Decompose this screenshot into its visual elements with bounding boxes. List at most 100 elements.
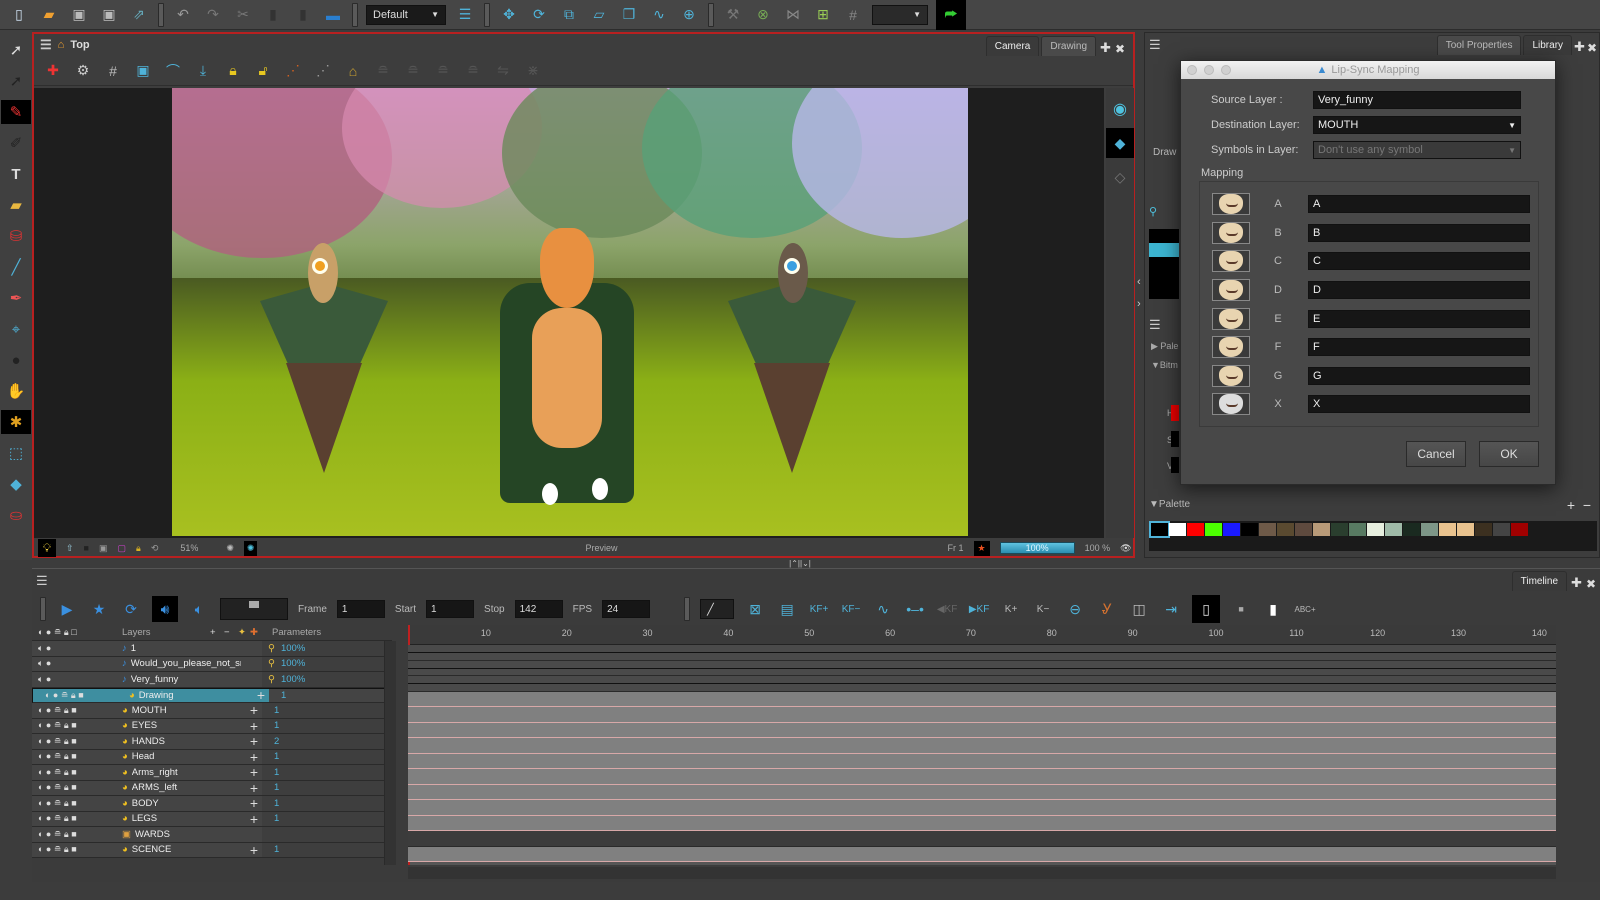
sound-scrub-icon[interactable]: 🔈︎: [188, 598, 210, 620]
close-window-button[interactable]: [1187, 65, 1197, 75]
add-tab-icon[interactable]: ✚: [1571, 575, 1582, 591]
new-scene-icon[interactable]: ▯: [8, 4, 30, 26]
value-slider[interactable]: [1171, 457, 1179, 473]
expand-layer-icon[interactable]: +: [253, 687, 269, 703]
frame-field[interactable]: 1: [336, 600, 385, 618]
palette-swatch[interactable]: [1457, 523, 1474, 536]
stamp-tool-icon[interactable]: ⛀: [1, 503, 31, 527]
copy-icon[interactable]: ▮: [262, 4, 284, 26]
scatter-icon[interactable]: ⋇: [522, 60, 544, 82]
save-icon[interactable]: ▣: [68, 4, 90, 26]
hand-tool-icon[interactable]: ✋: [1, 379, 31, 403]
layer-row[interactable]: ◐ ● ≘ 🔒︎ ■ ◕ Head +1: [32, 749, 392, 765]
expand-layer-icon[interactable]: +: [246, 795, 262, 811]
palette-swatch[interactable]: [1493, 523, 1510, 536]
panel-menu-icon[interactable]: ☰: [40, 37, 52, 53]
drawing-mapping-field[interactable]: X: [1308, 395, 1530, 414]
add-drawing-exposure-icon[interactable]: ⊠: [744, 598, 766, 620]
hue-slider[interactable]: [1171, 405, 1179, 421]
safe-area-icon[interactable]: ▣: [132, 60, 154, 82]
decrease-exposure-icon[interactable]: K−: [1032, 598, 1054, 620]
palette-swatch[interactable]: [1421, 523, 1438, 536]
layer-toggles[interactable]: ◐ ● ≘ 🔒︎ ■: [32, 767, 122, 778]
toolbar-grip[interactable]: [352, 2, 358, 27]
render-mode-icon[interactable]: ✺: [243, 540, 258, 556]
palette-swatch[interactable]: [1385, 523, 1402, 536]
paste-icon[interactable]: ▮: [292, 4, 314, 26]
library-tree[interactable]: [1149, 229, 1179, 299]
play-selection-icon[interactable]: ★: [88, 598, 110, 620]
preview-eye-icon[interactable]: ◉: [1109, 98, 1131, 120]
play-icon[interactable]: ▶: [56, 598, 78, 620]
layer-toggles[interactable]: 🔈︎ ●: [32, 674, 122, 685]
pivot-icon[interactable]: ⊕: [678, 4, 700, 26]
drawing-mapping-field[interactable]: F: [1308, 338, 1530, 357]
bone-chain-grey-icon[interactable]: ⋰: [312, 60, 334, 82]
pencil-tool-icon[interactable]: ✐: [1, 131, 31, 155]
reset-view-icon[interactable]: ⟲: [151, 543, 159, 554]
shift-trace-icon[interactable]: ◇: [1109, 166, 1131, 188]
rename-sequence-icon[interactable]: ABC+: [1294, 598, 1316, 620]
toolbar-grip[interactable]: [708, 2, 714, 27]
settings-icon[interactable]: ⚙: [72, 60, 94, 82]
exposure-track[interactable]: [408, 753, 1556, 769]
symbols-select[interactable]: Don't use any symbol ▼: [1313, 141, 1521, 159]
light-table-icon[interactable]: ◆: [1106, 128, 1134, 158]
layer-row[interactable]: ◐ ● ≘ 🔒︎ ■ ◕ ARMS_left +1: [32, 780, 392, 796]
paint-bucket-icon[interactable]: ⛁: [1, 224, 31, 248]
tab-camera[interactable]: Camera: [985, 36, 1040, 56]
redo-icon[interactable]: ↷: [202, 4, 224, 26]
layer-toggles[interactable]: ◐ ● ≘ 🔒︎ ■: [32, 844, 122, 855]
exposure-track[interactable]: [408, 722, 1556, 738]
layer-toggles[interactable]: ◐ ● ≘ 🔒︎ ■: [32, 736, 122, 747]
layer-stack-down-icon[interactable]: ≘: [462, 60, 484, 82]
canvas[interactable]: [34, 88, 1104, 538]
breadcrumb[interactable]: Top: [70, 39, 89, 51]
source-layer-field[interactable]: Very_funny: [1313, 91, 1521, 109]
add-drawing-icon[interactable]: ✚: [42, 60, 64, 82]
toolbar-grip[interactable]: [684, 597, 691, 621]
zoom-level[interactable]: 51%: [180, 543, 198, 553]
select-tool-icon[interactable]: ➚: [1, 38, 31, 62]
palette-swatch[interactable]: [1403, 523, 1420, 536]
layer-stack-icon[interactable]: ≘: [432, 60, 454, 82]
timeline-horizontal-scrollbar[interactable]: [408, 867, 1556, 879]
pivot-tool-icon[interactable]: ⌖: [1, 317, 31, 341]
lock-icon[interactable]: 🔒︎: [222, 60, 244, 82]
expand-layer-icon[interactable]: +: [246, 733, 262, 749]
layer-row[interactable]: ◐ ● ≘ 🔒︎ ■ ◕ Drawing +1: [32, 687, 392, 703]
loop-icon[interactable]: ⟳: [120, 598, 142, 620]
unlock-icon[interactable]: 🔓︎: [252, 60, 274, 82]
palette-swatch[interactable]: [1205, 523, 1222, 536]
layer-toggle-icons[interactable]: ◐ ● ≘ 🔒︎ □: [32, 627, 122, 638]
workspace-select[interactable]: Default ▼: [366, 4, 446, 25]
bone-chain-icon[interactable]: ⋰: [282, 60, 304, 82]
layer-toggles[interactable]: ◐ ● ≘ 🔒︎ ■: [32, 813, 122, 824]
extend-exposure-icon[interactable]: ⇥: [1160, 598, 1182, 620]
palettes-section[interactable]: ▶ Pale: [1151, 341, 1178, 352]
drawing-mapping-field[interactable]: A: [1308, 195, 1530, 214]
expand-layer-icon[interactable]: +: [246, 702, 262, 718]
cancel-button[interactable]: Cancel: [1406, 441, 1466, 467]
layer-toggles[interactable]: ◐ ● ≘ 🔒︎ ■: [32, 720, 122, 731]
palette-swatch[interactable]: [1223, 523, 1240, 536]
drawing-mapping-field[interactable]: C: [1308, 252, 1530, 271]
grid-icon[interactable]: #: [102, 60, 124, 82]
collapse-left-icon[interactable]: ‹: [1137, 276, 1141, 288]
maximize-window-button[interactable]: [1221, 65, 1231, 75]
character-left[interactable]: [260, 243, 388, 473]
add-deformer-icon[interactable]: ⊞: [812, 4, 834, 26]
toolbar-grip[interactable]: [484, 2, 490, 27]
gem-tool-icon[interactable]: ◆: [1, 472, 31, 496]
library-icon[interactable]: ▬: [322, 4, 344, 26]
palette-swatch[interactable]: [1169, 523, 1186, 536]
exposure-track[interactable]: [408, 738, 1556, 754]
stop-field[interactable]: 142: [514, 600, 563, 618]
layer-row[interactable]: ◐ ● ≘ 🔒︎ ■ ◕ MOUTH +1: [32, 702, 392, 719]
small-thumbnails-icon[interactable]: ■: [1230, 598, 1252, 620]
layer-row[interactable]: ◐ ● ≘ 🔒︎ ■ ▣ WARDS: [32, 827, 392, 843]
flatten-icon[interactable]: ⤓: [192, 60, 214, 82]
select-box-icon[interactable]: ⬚: [1, 441, 31, 465]
palette-swatch[interactable]: [1331, 523, 1348, 536]
split-icon[interactable]: ◫: [1128, 598, 1150, 620]
